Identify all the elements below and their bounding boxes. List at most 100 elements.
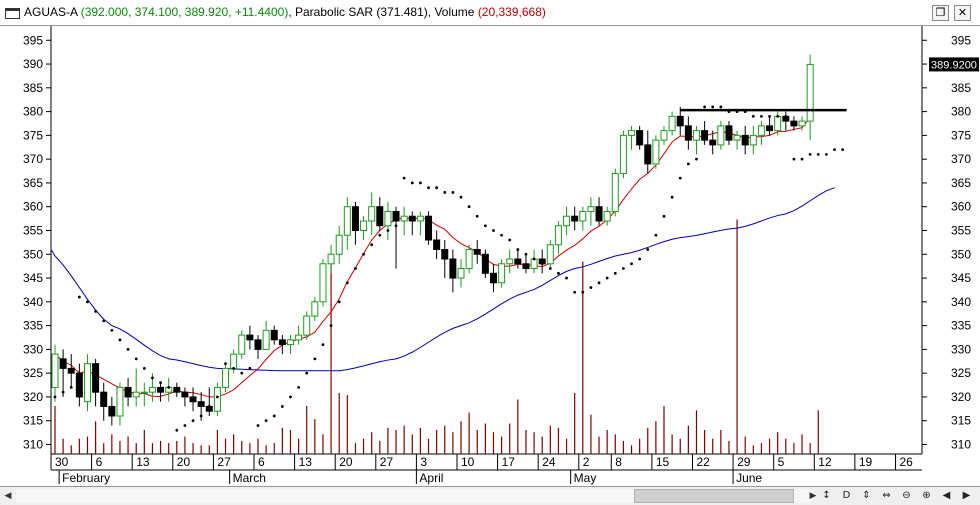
scroll-left-arrow[interactable]: ◀ <box>1 488 15 504</box>
candle-body <box>230 353 238 369</box>
y-tick-label: 315 <box>23 414 43 428</box>
candle-body <box>733 134 741 141</box>
sar-dot <box>597 281 601 285</box>
y-tick-label: 385 <box>23 81 43 95</box>
sar-dot <box>175 428 179 432</box>
sar-dot <box>183 424 187 427</box>
sar-dot <box>321 343 325 347</box>
candle-body <box>75 372 83 398</box>
close-window-button[interactable]: ✕ <box>954 5 971 21</box>
candle-body <box>173 386 181 393</box>
candle-body <box>701 130 709 141</box>
candle-body <box>254 339 262 350</box>
candle-body <box>384 210 392 227</box>
sar-dot <box>451 191 455 194</box>
sar-dot <box>654 233 658 237</box>
x-day-label: 20 <box>177 455 191 469</box>
restore-window-button[interactable]: ❐ <box>932 5 949 21</box>
horizontal-scrollbar[interactable] <box>16 489 812 503</box>
candle-body <box>262 329 270 350</box>
candle-body <box>465 249 473 270</box>
x-month-label: February <box>62 471 110 485</box>
sar-dot <box>69 386 73 389</box>
zoom-in-icon[interactable]: ⊕ <box>920 488 933 504</box>
candle-body <box>611 172 619 212</box>
sar-dot <box>695 157 698 161</box>
candle-body <box>798 120 806 127</box>
restore-icon: ❐ <box>935 6 946 19</box>
price-chart[interactable]: 310 310315 315320 320325 325330 330335 335340 3… <box>0 26 980 486</box>
sar-dot <box>703 105 706 109</box>
sar-dot <box>370 243 374 247</box>
candle-body <box>449 258 457 279</box>
sar-dot <box>313 357 317 361</box>
sar-dot <box>207 405 211 408</box>
y-tick-label: 390 <box>23 57 43 71</box>
sar-dot <box>248 367 252 370</box>
last-price-label: 389.9200 <box>931 59 977 71</box>
y-tick-label: 340 <box>23 295 43 309</box>
sar-dot <box>467 205 471 209</box>
y-tick-label-right: 355 <box>951 223 971 237</box>
scroll-right-arrow[interactable]: ▶ <box>806 488 820 504</box>
sar-dot <box>142 367 146 370</box>
x-month-label: March <box>233 471 266 485</box>
zoom-out-icon[interactable]: ⊖ <box>900 488 913 504</box>
x-day-label: 27 <box>217 455 231 469</box>
candle-body <box>579 210 587 222</box>
sar-dot <box>61 390 65 394</box>
candle-body <box>603 210 611 222</box>
candle-body <box>766 125 774 132</box>
candle-body <box>327 253 335 265</box>
sar-dot <box>540 262 544 266</box>
candle-body <box>246 334 254 341</box>
bottom-toolbar: ◀ ▶ ↕ D ⇕ ⇔ ⊖ ⊕ ◀ ▶ <box>0 486 980 505</box>
y-tick-label-right: 380 <box>951 105 971 119</box>
candle-body <box>67 367 75 374</box>
sar-dot <box>508 238 512 242</box>
sar-dot <box>53 395 57 399</box>
sar-dot <box>402 176 406 180</box>
symbol-name: AGUAS-A <box>24 5 78 19</box>
sar-dot <box>524 252 528 256</box>
candle-body <box>473 249 481 255</box>
sar-dot <box>289 395 292 399</box>
candle-body <box>741 134 749 146</box>
x-day-label: 13 <box>299 455 313 469</box>
sar-dot <box>825 153 828 156</box>
y-tick-label-right: 345 <box>951 271 971 285</box>
candle-body <box>148 386 156 393</box>
sar-dot <box>191 419 195 423</box>
candle-body <box>425 215 433 241</box>
candle-body <box>676 115 684 127</box>
sar-dot <box>678 176 682 180</box>
sar-dot <box>622 267 625 270</box>
scroll-right-icon[interactable]: ▶ <box>960 488 973 504</box>
candle-body <box>351 206 359 231</box>
x-day-label: 13 <box>136 455 150 469</box>
sar-dot <box>630 262 633 266</box>
candle-body <box>181 391 189 398</box>
candle-body <box>619 134 627 174</box>
y-tick-label-right: 320 <box>951 390 971 404</box>
pan-vertical-icon[interactable]: ⇕ <box>860 488 873 504</box>
sar-dot <box>816 153 820 156</box>
y-tick-label-right: 395 <box>951 33 971 47</box>
daily-icon[interactable]: D <box>840 488 853 504</box>
sar-dot <box>841 148 845 152</box>
sar-dot <box>410 181 414 185</box>
y-tick-label: 330 <box>23 342 43 356</box>
sar-dot <box>670 195 674 199</box>
candle-body <box>100 391 108 407</box>
sar-dot <box>589 286 593 289</box>
candle-body <box>116 386 124 417</box>
candle-body <box>481 253 489 274</box>
refresh-icon[interactable]: ↕ <box>820 488 833 504</box>
sar-dot <box>662 214 666 218</box>
scroll-left-icon[interactable]: ◀ <box>940 488 953 504</box>
sar-dot <box>492 229 495 232</box>
scrollbar-thumb[interactable] <box>634 489 794 503</box>
x-day-label: 20 <box>339 455 353 469</box>
pan-horizontal-icon[interactable]: ⇔ <box>880 488 893 504</box>
sar-dot <box>475 214 479 218</box>
